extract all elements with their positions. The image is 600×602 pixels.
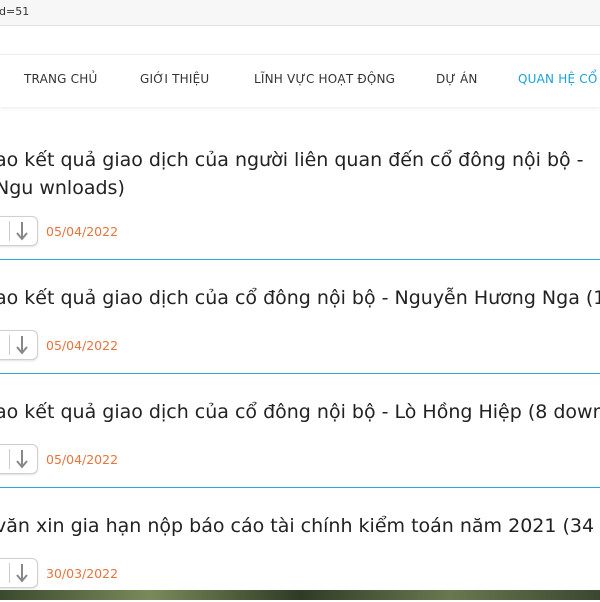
document-title-link[interactable]: ao kết quả giao dịch của cổ đông nội bộ …	[0, 284, 600, 312]
download-arrow-icon	[16, 222, 28, 241]
download-arrow-icon	[16, 564, 28, 583]
document-title-link[interactable]: văn xin gia hạn nộp báo cáo tài chính ki…	[0, 512, 600, 540]
document-date: 05/04/2022	[46, 338, 119, 353]
nav-item-projects[interactable]: DỰ ÁN	[436, 72, 478, 86]
browser-address-bar[interactable]: id=51	[0, 0, 600, 26]
nav-item-investor-relations[interactable]: QUAN HỆ CỔ	[518, 72, 597, 86]
document-title-link[interactable]: ao kết quả giao dịch của cổ đông nội bộ …	[0, 398, 600, 426]
nav-item-about[interactable]: GIỚI THIỆU	[140, 72, 209, 86]
document-list-item: ao kết quả giao dịch của người liên quan…	[0, 146, 600, 260]
download-button[interactable]	[0, 558, 38, 588]
button-divider	[9, 449, 10, 469]
main-navigation: TRANG CHỦ GIỚI THIỆU LĨNH VỰC HOẠT ĐỘNG …	[0, 54, 600, 107]
document-title-link[interactable]: ao kết quả giao dịch của người liên quan…	[0, 146, 595, 202]
document-date: 05/04/2022	[46, 452, 119, 467]
document-date: 05/04/2022	[46, 224, 119, 239]
url-text[interactable]: id=51	[0, 5, 29, 18]
download-button[interactable]	[0, 330, 38, 360]
background-strip	[0, 590, 600, 600]
button-divider	[9, 335, 10, 355]
download-arrow-icon	[16, 450, 28, 469]
download-arrow-icon	[16, 336, 28, 355]
document-list-item: ao kết quả giao dịch của cổ đông nội bộ …	[0, 374, 600, 488]
button-divider	[9, 563, 10, 583]
document-list-item: văn xin gia hạn nộp báo cáo tài chính ki…	[0, 488, 600, 602]
button-divider	[9, 221, 10, 241]
document-list-item: ao kết quả giao dịch của cổ đông nội bộ …	[0, 260, 600, 374]
download-button[interactable]	[0, 444, 38, 474]
nav-item-business-fields[interactable]: LĨNH VỰC HOẠT ĐỘNG	[254, 72, 395, 86]
document-date: 30/03/2022	[46, 566, 119, 581]
nav-item-home[interactable]: TRANG CHỦ	[24, 72, 97, 86]
download-button[interactable]	[0, 216, 38, 246]
